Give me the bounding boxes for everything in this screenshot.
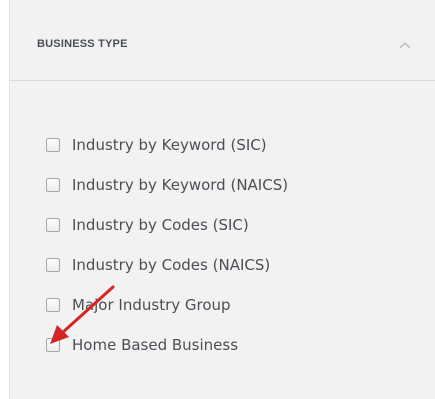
panel-header[interactable]: BUSINESS TYPE: [10, 0, 435, 81]
option-label: Industry by Keyword (SIC): [72, 136, 267, 154]
option-industry-keyword-sic[interactable]: Industry by Keyword (SIC): [46, 134, 288, 156]
collapse-toggle-button[interactable]: [392, 34, 418, 56]
checkbox[interactable]: [46, 138, 60, 152]
option-label: Industry by Keyword (NAICS): [72, 176, 289, 194]
panel-title: BUSINESS TYPE: [37, 38, 128, 50]
checkbox[interactable]: [46, 258, 60, 272]
checkbox[interactable]: [46, 298, 60, 312]
business-type-panel: BUSINESS TYPE Industry by Keyword (SIC) …: [9, 0, 435, 399]
checkbox[interactable]: [46, 178, 60, 192]
option-industry-codes-sic[interactable]: Industry by Codes (SIC): [46, 214, 288, 236]
option-label: Home Based Business: [72, 336, 239, 354]
option-major-industry-group[interactable]: Major Industry Group: [46, 294, 288, 316]
option-industry-keyword-naics[interactable]: Industry by Keyword (NAICS): [46, 174, 288, 196]
checkbox[interactable]: [46, 338, 60, 352]
option-industry-codes-naics[interactable]: Industry by Codes (NAICS): [46, 254, 288, 276]
business-type-options: Industry by Keyword (SIC) Industry by Ke…: [46, 134, 288, 374]
option-home-based-business[interactable]: Home Based Business: [46, 334, 288, 356]
option-label: Industry by Codes (SIC): [72, 216, 249, 234]
chevron-up-icon: [399, 41, 411, 49]
option-label: Major Industry Group: [72, 296, 231, 314]
option-label: Industry by Codes (NAICS): [72, 256, 271, 274]
checkbox[interactable]: [46, 218, 60, 232]
